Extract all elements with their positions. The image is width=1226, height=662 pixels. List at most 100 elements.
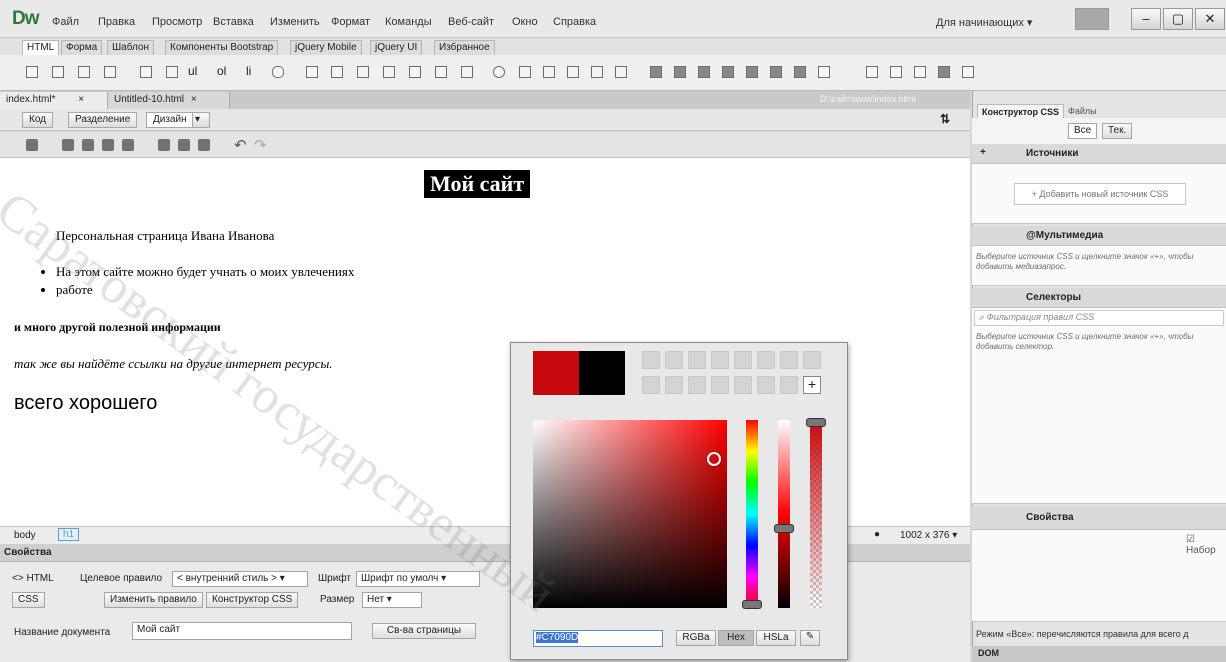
download-icon[interactable]	[102, 139, 114, 151]
character-icon[interactable]	[962, 66, 974, 78]
swatch[interactable]	[734, 376, 752, 394]
swatch[interactable]	[780, 351, 798, 369]
animation-icon[interactable]	[794, 66, 806, 78]
tab-dom[interactable]: DOM	[978, 648, 999, 658]
code-view-button[interactable]: Код	[22, 112, 54, 128]
eyedropper-icon[interactable]: ✎	[800, 630, 820, 646]
tab-css-designer[interactable]: Конструктор CSS	[977, 104, 1065, 119]
sources-header[interactable]: + Источники	[972, 144, 1226, 164]
selector-filter-input[interactable]: ⌕ Фильтрация правил CSS	[974, 310, 1224, 326]
page-intro[interactable]: Персональная страница Ивана Иванова	[56, 228, 274, 244]
menu-view[interactable]: Просмотр	[152, 16, 202, 28]
globe-icon[interactable]: ●	[874, 529, 880, 540]
canvas-icon[interactable]	[650, 66, 662, 78]
li-button[interactable]: li	[246, 64, 251, 78]
brightness-handle[interactable]	[774, 524, 794, 533]
swatch[interactable]	[757, 376, 775, 394]
page-heading[interactable]: Мой сайт	[424, 170, 531, 198]
swatch[interactable]	[642, 351, 660, 369]
close-button[interactable]: ✕	[1195, 8, 1225, 30]
css-mode-button[interactable]: CSS	[12, 592, 45, 608]
edit-rule-button[interactable]: Изменить правило	[104, 592, 203, 608]
html-mode-button[interactable]: <> HTML	[12, 573, 54, 584]
add-source-button[interactable]: + Добавить новый источник CSS	[1014, 183, 1186, 205]
insert-tab-template[interactable]: Шаблон	[107, 40, 155, 55]
minimize-button[interactable]: –	[1131, 8, 1161, 30]
special-chars-icon[interactable]	[890, 66, 902, 78]
font-select[interactable]: Шрифт по умолч ▾	[356, 571, 480, 587]
menu-file[interactable]: Файл	[52, 16, 79, 28]
media-header[interactable]: @Мультимедиа	[972, 226, 1226, 246]
iframe-icon[interactable]	[615, 66, 627, 78]
date-icon[interactable]	[818, 66, 830, 78]
article-icon[interactable]	[409, 66, 421, 78]
workspace-switcher[interactable]: Для начинающих ▾	[936, 16, 1032, 29]
tag-icon[interactable]	[493, 66, 505, 78]
show-set-checkbox[interactable]: ☑ Набор	[1186, 534, 1226, 556]
main-icon[interactable]	[357, 66, 369, 78]
open-icon[interactable]	[62, 139, 74, 151]
insert-tab-html[interactable]: HTML	[22, 40, 60, 55]
hr-icon[interactable]	[866, 66, 878, 78]
paragraph-icon[interactable]	[78, 66, 90, 78]
doc-tab-untitled[interactable]: Untitled-10.html ×	[108, 92, 230, 109]
hyperlink-icon[interactable]	[272, 66, 284, 78]
figure-icon[interactable]	[166, 66, 178, 78]
previous-color-swatch[interactable]	[579, 351, 625, 395]
tab-files[interactable]: Файлы	[1068, 106, 1097, 116]
script-icon[interactable]	[567, 66, 579, 78]
add-swatch-button[interactable]: +	[803, 376, 821, 394]
css-designer-button[interactable]: Конструктор CSS	[206, 592, 299, 608]
page-italic[interactable]: так же вы найдёте ссылки на другие интер…	[14, 356, 333, 372]
widget-icon[interactable]	[770, 66, 782, 78]
plugin-icon[interactable]	[746, 66, 758, 78]
window-size[interactable]: 1002 x 376 ▾	[900, 530, 957, 541]
sync-icon[interactable]	[1075, 8, 1109, 30]
ol-button[interactable]: ol	[217, 64, 226, 78]
split-view-button[interactable]: Разделение	[68, 112, 138, 128]
swatch[interactable]	[757, 351, 775, 369]
swatch[interactable]	[711, 376, 729, 394]
audio-icon[interactable]	[722, 66, 734, 78]
hue-slider[interactable]	[746, 420, 758, 608]
video-icon[interactable]	[674, 66, 686, 78]
insert-tab-jquery-ui[interactable]: jQuery UI	[370, 40, 423, 55]
section-icon[interactable]	[435, 66, 447, 78]
hex-mode-button[interactable]: Hex	[718, 630, 754, 646]
swatch[interactable]	[688, 376, 706, 394]
page-big-text[interactable]: всего хорошего	[14, 392, 157, 415]
doc-tab-close-icon[interactable]: ×	[191, 94, 197, 105]
swatch[interactable]	[803, 351, 821, 369]
comment-icon[interactable]	[543, 66, 555, 78]
menu-insert[interactable]: Вставка	[213, 16, 254, 28]
page-list[interactable]: На этом сайте можно будет учнать о моих …	[56, 263, 354, 299]
tag-h1[interactable]: h1	[58, 528, 80, 541]
doc-title-input[interactable]: Мой сайт	[132, 622, 352, 640]
swatch[interactable]	[711, 351, 729, 369]
insert-tab-form[interactable]: Форма	[61, 40, 103, 55]
key-icon[interactable]	[519, 66, 531, 78]
design-view-button[interactable]: Дизайн	[146, 112, 194, 128]
swatch[interactable]	[665, 351, 683, 369]
copy-icon[interactable]	[178, 139, 190, 151]
upload-icon[interactable]	[82, 139, 94, 151]
download-icon[interactable]	[938, 66, 950, 78]
menu-commands[interactable]: Команды	[385, 16, 432, 28]
menu-modify[interactable]: Изменить	[270, 16, 320, 28]
undo-icon[interactable]: ↶	[234, 136, 247, 154]
selectors-header[interactable]: Селекторы	[972, 288, 1226, 308]
menu-window[interactable]: Окно	[512, 16, 538, 28]
menu-site[interactable]: Веб-сайт	[448, 16, 494, 28]
swatch[interactable]	[665, 376, 683, 394]
redo-icon[interactable]: ↷	[254, 136, 267, 154]
rgba-mode-button[interactable]: RGBa	[676, 630, 716, 646]
page-bold[interactable]: и много другой полезной информации	[14, 320, 221, 335]
page-properties-button[interactable]: Св-ва страницы	[372, 623, 476, 639]
footer-icon[interactable]	[461, 66, 473, 78]
current-button[interactable]: Тек.	[1102, 123, 1133, 139]
list-item[interactable]: работе	[56, 281, 354, 299]
swatch[interactable]	[780, 376, 798, 394]
div-icon[interactable]	[26, 66, 38, 78]
menu-format[interactable]: Формат	[331, 16, 370, 28]
insert-tab-bootstrap[interactable]: Компоненты Bootstrap	[165, 40, 279, 55]
